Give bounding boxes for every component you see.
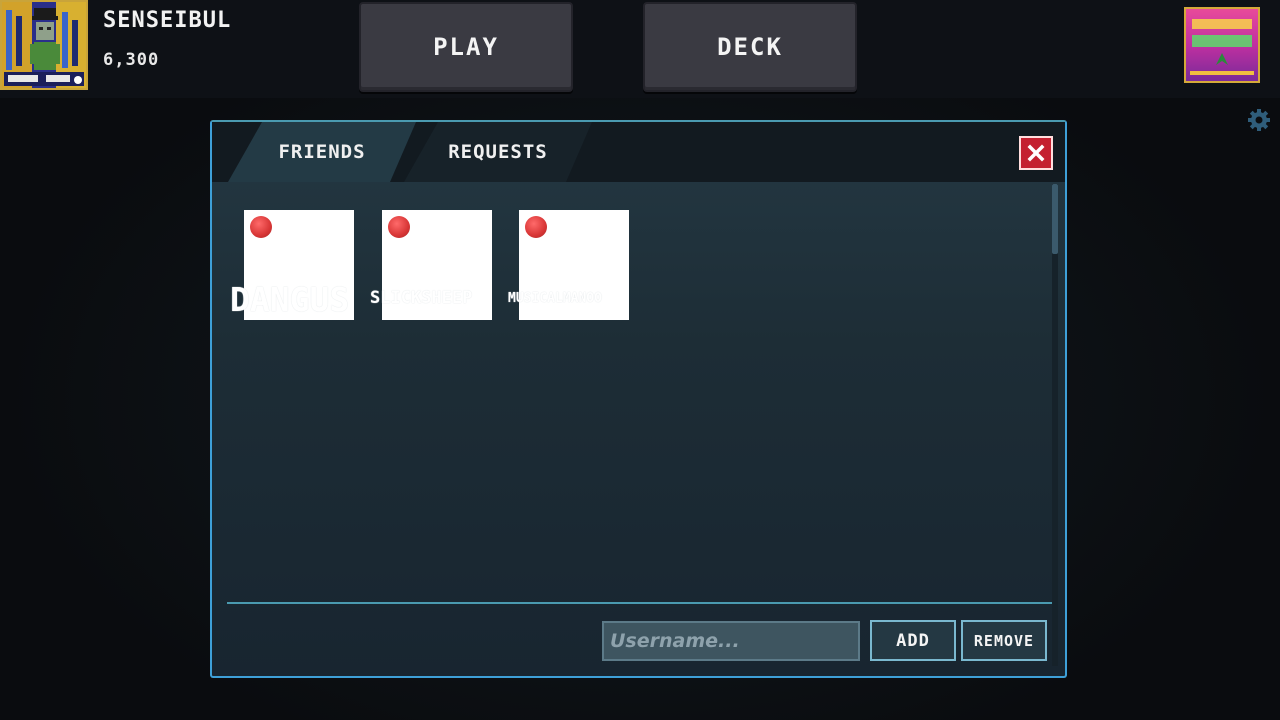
gear-icon	[1248, 109, 1270, 131]
status-dot-icon	[250, 216, 272, 238]
friend-name: DANGUS	[230, 280, 350, 319]
card-pack-icon[interactable]	[1184, 7, 1260, 83]
settings-gear-icon[interactable]	[1247, 108, 1271, 132]
close-icon	[1027, 144, 1045, 162]
remove-friend-button[interactable]: REMOVE	[961, 620, 1047, 661]
player-name: SENSEIBUL	[103, 8, 232, 33]
scrollbar-thumb[interactable]	[1052, 184, 1058, 254]
friend-name: SLICKSHEEP	[370, 288, 473, 308]
play-button[interactable]: PLAY	[359, 2, 573, 92]
status-dot-icon	[388, 216, 410, 238]
tab-bar: FRIENDS REQUESTS	[212, 122, 1065, 182]
top-bar: SENSEIBUL 6,300 PLAY DECK	[0, 0, 1280, 98]
username-input[interactable]	[602, 621, 860, 661]
coin-balance: 6,300	[103, 50, 160, 70]
divider	[227, 602, 1052, 604]
friend-name: MUSICALMANOO	[508, 291, 602, 306]
tab-friends[interactable]: FRIENDS	[228, 122, 416, 182]
status-dot-icon	[525, 216, 547, 238]
add-friend-button[interactable]: ADD	[870, 620, 956, 661]
pack-art-icon	[1186, 9, 1258, 81]
player-avatar[interactable]	[0, 0, 88, 90]
deck-button[interactable]: DECK	[643, 2, 857, 92]
tab-requests[interactable]: REQUESTS	[404, 122, 592, 182]
avatar-art-icon	[2, 2, 86, 88]
game-screen: SENSEIBUL 6,300 PLAY DECK FRIENDS REQUES…	[0, 0, 1280, 720]
friends-scrollbar[interactable]	[1052, 184, 1058, 666]
friends-panel: FRIENDS REQUESTS DANGUS SLICKSHEEP MUSIC…	[210, 120, 1067, 678]
close-button[interactable]	[1019, 136, 1053, 170]
